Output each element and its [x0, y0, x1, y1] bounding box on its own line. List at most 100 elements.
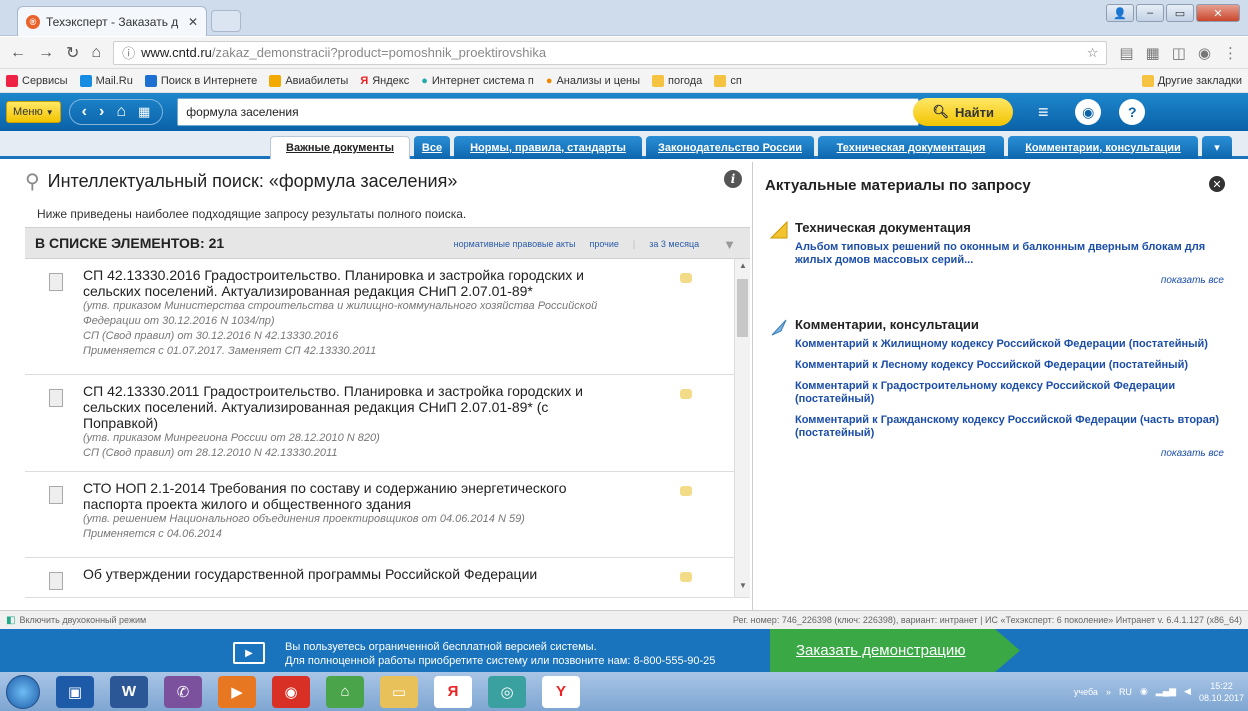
bookmark-internet-system[interactable]: ● Интернет система п [421, 75, 534, 87]
close-panel-icon[interactable]: ✕ [1209, 176, 1225, 192]
bookmark-analyses[interactable]: ● Анализы и цены [546, 75, 640, 87]
tray-label[interactable]: учеба [1074, 687, 1098, 697]
volume-icon[interactable]: ◀ [1184, 686, 1191, 697]
tab-important-docs[interactable]: Важные документы [270, 136, 410, 159]
start-button[interactable] [6, 674, 40, 709]
comment-icon[interactable] [680, 273, 692, 283]
search-results-panel: ⚲ Интеллектуальный поиск: «формула засел… [25, 162, 750, 610]
browser-tab[interactable]: ® Техэксперт - Заказать д ✕ [17, 6, 207, 36]
result-title[interactable]: СТО НОП 2.1-2014 Требования по составу и… [83, 480, 623, 512]
info-icon[interactable]: i [724, 170, 742, 188]
tab-comments[interactable]: Комментарии, консультации [1008, 136, 1198, 159]
related-link[interactable]: Комментарий к Гражданскому кодексу Росси… [795, 414, 1224, 440]
bookmark-other[interactable]: Другие закладки [1141, 74, 1242, 87]
tab-close-icon[interactable]: ✕ [188, 15, 198, 29]
help-tray-icon[interactable]: ◉ [1140, 686, 1148, 697]
tab-all[interactable]: Все [414, 136, 450, 159]
url-input[interactable]: ⓘ www.cntd.ru/zakaz_demonstracii?product… [113, 40, 1108, 65]
filter-funnel-icon[interactable]: ▼ [723, 237, 736, 252]
comment-icon[interactable] [680, 572, 692, 582]
scroll-down-icon[interactable]: ▼ [735, 581, 750, 595]
apps-icon [6, 74, 18, 87]
minimize-icon[interactable]: – [1136, 4, 1164, 22]
home-icon[interactable]: ⌂ [116, 103, 126, 121]
comment-icon[interactable] [680, 389, 692, 399]
forward-arrow-icon[interactable]: › [99, 103, 104, 121]
chrome-app-icon[interactable]: ◉ [272, 675, 310, 708]
result-title[interactable]: СП 42.13330.2011 Градостроительство. Пла… [83, 383, 623, 431]
home-icon[interactable]: ⌂ [91, 44, 101, 62]
hamburger-menu-icon[interactable]: ≡ [1029, 98, 1057, 126]
related-link[interactable]: Альбом типовых решений по оконным и балк… [795, 241, 1224, 267]
installer-app-icon[interactable]: ⌂ [326, 675, 364, 708]
find-button[interactable]: 🔍︎ Найти [913, 98, 1014, 126]
result-title[interactable]: СП 42.13330.2016 Градостроительство. Пла… [83, 267, 623, 299]
extension-icon[interactable]: ▤ [1119, 44, 1133, 62]
related-link[interactable]: Комментарий к Лесному кодексу Российской… [795, 359, 1224, 372]
maximize-icon[interactable]: ▭ [1166, 4, 1194, 22]
list-item[interactable]: СТО НОП 2.1-2014 Требования по составу и… [25, 472, 750, 558]
bookmark-yandex[interactable]: Я Яндекс [360, 75, 409, 87]
forward-icon[interactable]: → [38, 44, 54, 62]
bookmark-search[interactable]: Поиск в Интернете [144, 74, 257, 87]
scroll-up-icon[interactable]: ▲ [735, 261, 750, 275]
bookmark-weather[interactable]: погода [652, 74, 702, 87]
info-icon[interactable]: ⓘ [122, 43, 135, 62]
magnifier-icon: ⚲ [25, 171, 40, 193]
translate-icon[interactable]: ▦ [1146, 44, 1160, 62]
related-link[interactable]: Комментарий к Жилищному кодексу Российск… [795, 338, 1224, 351]
filter-3-months[interactable]: за 3 месяца [649, 239, 699, 249]
user-profile-icon[interactable]: ◉ [1075, 99, 1102, 125]
clock[interactable]: 15:22 08.10.2017 [1199, 680, 1244, 704]
comment-icon[interactable] [680, 486, 692, 496]
language-indicator[interactable]: RU [1119, 687, 1132, 697]
word-app-icon[interactable]: W [110, 675, 148, 708]
help-icon[interactable]: ? [1119, 99, 1146, 125]
back-icon[interactable]: ← [10, 44, 26, 62]
related-link[interactable]: Комментарий к Градостроительному кодексу… [795, 380, 1224, 406]
bookmark-mailru[interactable]: Mail.Ru [79, 74, 133, 87]
yandex-browser-app-icon[interactable]: Y [542, 675, 580, 708]
show-all-link[interactable]: показать все [769, 275, 1224, 286]
search-input[interactable]: формула заселения [177, 98, 920, 126]
user-icon[interactable]: 👤 [1106, 4, 1134, 22]
list-item[interactable]: Об утверждении государственной программы… [25, 558, 750, 598]
show-all-link[interactable]: показать все [769, 448, 1224, 459]
new-tab-button[interactable] [211, 10, 241, 32]
browser-menu-icon[interactable]: ⋮ [1223, 44, 1238, 62]
grid-icon[interactable]: ▦ [138, 104, 150, 120]
tab-norms[interactable]: Нормы, правила, стандарты [454, 136, 642, 159]
bookmark-avia[interactable]: Авиабилеты [269, 74, 348, 87]
expand-tray-icon[interactable]: » [1106, 687, 1111, 697]
menu-button[interactable]: Меню ▼ [6, 101, 61, 123]
filter-legal-acts[interactable]: нормативные правовые акты [454, 239, 576, 249]
extension-icon-3[interactable]: ◉ [1198, 44, 1211, 62]
order-demo-button[interactable]: Заказать демонстрацию [770, 629, 1020, 672]
url-host: www.cntd.ru [141, 45, 212, 60]
reload-icon[interactable]: ↻ [66, 43, 79, 63]
filter-other[interactable]: прочие [589, 239, 618, 249]
bookmark-sp[interactable]: сп [714, 74, 742, 87]
browser-app-icon[interactable]: ◎ [488, 675, 526, 708]
yandex-app-icon[interactable]: Я [434, 675, 472, 708]
explorer-app-icon[interactable]: ▭ [380, 675, 418, 708]
dual-window-toggle[interactable]: ◧ Включить двухоконный режим [6, 615, 146, 626]
result-meta: (утв. приказом Министерства строительств… [83, 300, 598, 327]
back-arrow-icon[interactable]: ‹ [82, 103, 87, 121]
list-item[interactable]: СП 42.13330.2011 Градостроительство. Пла… [25, 375, 750, 472]
result-title[interactable]: Об утверждении государственной программы… [83, 566, 623, 582]
save-app-icon[interactable]: ▣ [56, 675, 94, 708]
tabs-more-icon[interactable]: ▾ [1202, 136, 1232, 159]
tab-technical-docs[interactable]: Техническая документация [818, 136, 1004, 159]
bookmark-star-icon[interactable]: ☆ [1087, 45, 1099, 61]
viber-app-icon[interactable]: ✆ [164, 675, 202, 708]
media-app-icon[interactable]: ▶ [218, 675, 256, 708]
results-scrollbar[interactable]: ▲ ▼ [734, 259, 750, 597]
list-item[interactable]: СП 42.13330.2016 Градостроительство. Пла… [25, 259, 750, 375]
close-window-icon[interactable]: ✕ [1196, 4, 1240, 22]
extension-icon-2[interactable]: ◫ [1172, 44, 1186, 62]
tab-legislation[interactable]: Законодательство России [646, 136, 814, 159]
scroll-thumb[interactable] [737, 279, 748, 337]
network-icon[interactable]: ▂▄▆ [1156, 686, 1176, 697]
bookmark-services[interactable]: Сервисы [6, 74, 68, 87]
